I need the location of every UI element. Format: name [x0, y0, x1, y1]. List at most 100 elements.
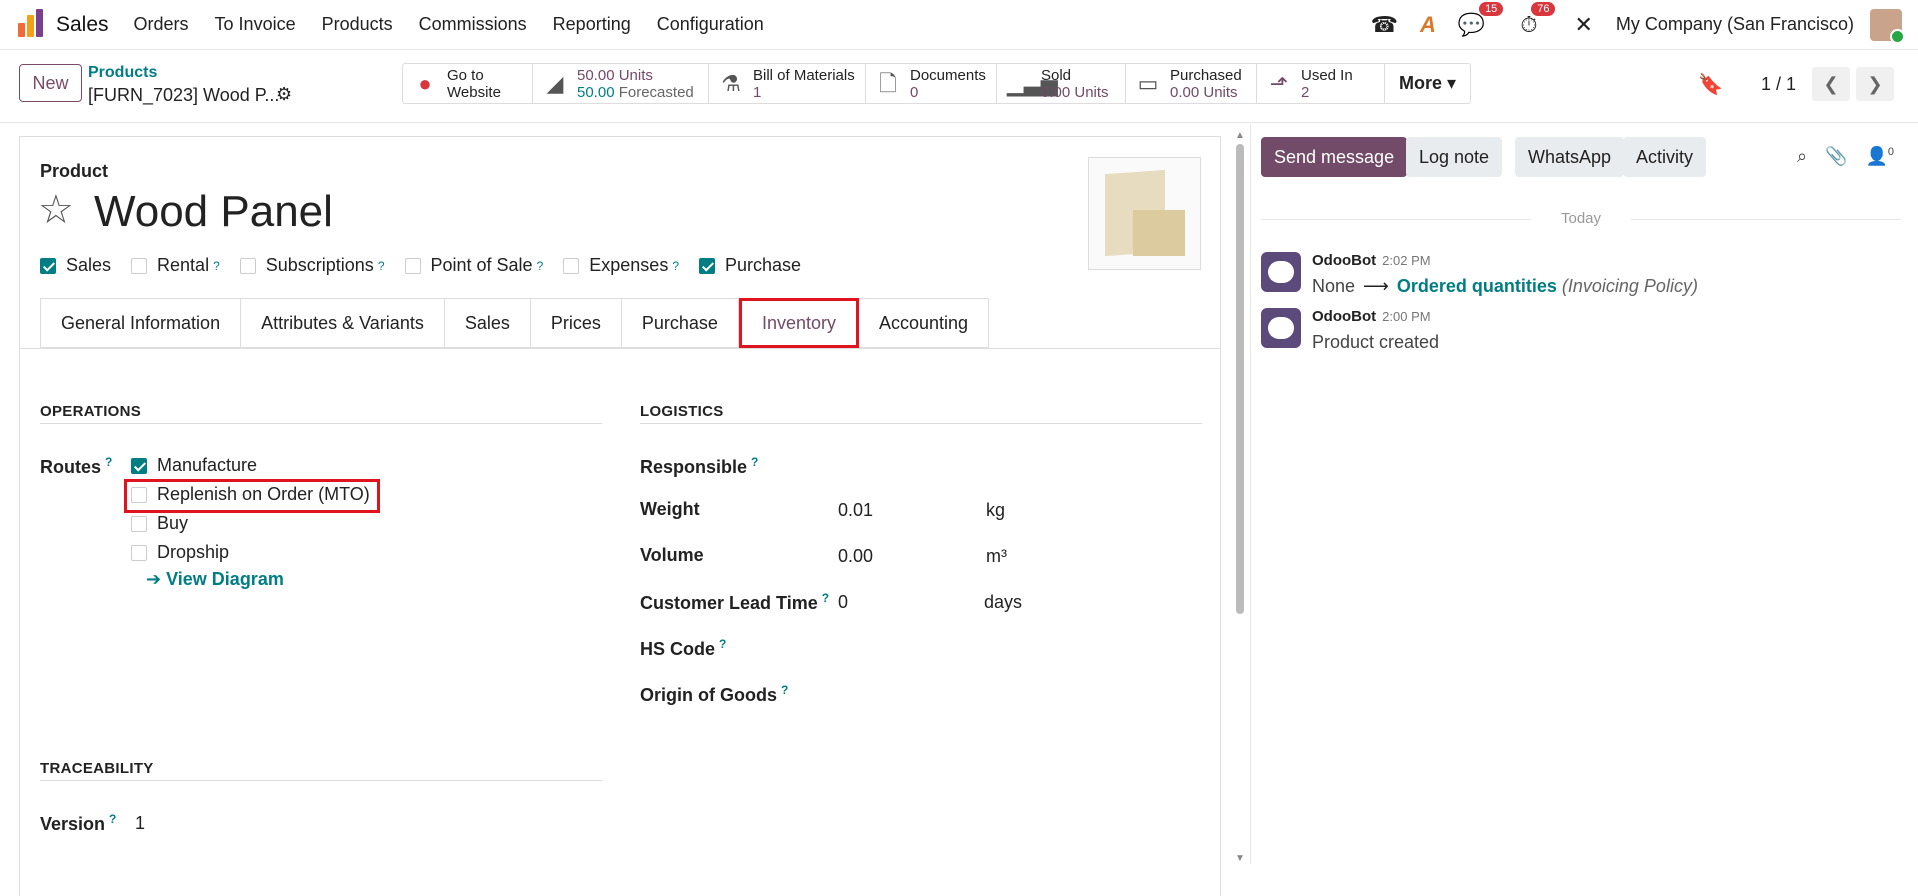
- bookmark-icon[interactable]: 🔖: [1698, 72, 1723, 97]
- menu-commissions[interactable]: Commissions: [419, 14, 527, 35]
- route-dropship[interactable]: Dropship: [131, 542, 229, 563]
- help-icon[interactable]: ?: [822, 591, 829, 605]
- help-icon[interactable]: ?: [672, 259, 679, 273]
- checkbox-unchecked[interactable]: [239, 257, 256, 274]
- checkbox-unchecked[interactable]: [563, 257, 580, 274]
- checkbox-unchecked[interactable]: [404, 257, 421, 274]
- help-icon[interactable]: ?: [719, 637, 726, 651]
- new-button[interactable]: New: [19, 64, 82, 102]
- company-switcher[interactable]: My Company (San Francisco): [1616, 14, 1854, 35]
- routes-label: Routes?: [40, 455, 112, 478]
- activities-icon[interactable]: ⏱ 76: [1520, 1, 1556, 38]
- tab-attributes-variants[interactable]: Attributes & Variants: [241, 298, 445, 348]
- checkbox-rental[interactable]: Rental?: [131, 255, 220, 276]
- checkbox-point-of-sale[interactable]: Point of Sale?: [404, 255, 544, 276]
- version-label: Version?: [40, 812, 116, 835]
- phone-icon[interactable]: ☎: [1371, 12, 1398, 38]
- bom-button[interactable]: ⚗ Bill of Materials 1: [709, 64, 866, 103]
- menu-configuration[interactable]: Configuration: [657, 14, 764, 35]
- volume-field[interactable]: 0.00: [838, 546, 873, 567]
- version-field[interactable]: 1: [135, 813, 145, 834]
- help-icon[interactable]: ?: [537, 259, 544, 273]
- tab-inventory[interactable]: Inventory: [738, 298, 859, 348]
- tab-sales[interactable]: Sales: [444, 298, 531, 348]
- activity-button[interactable]: Activity: [1623, 137, 1707, 177]
- odoobot-avatar[interactable]: [1261, 252, 1301, 292]
- ai-icon[interactable]: A: [1420, 12, 1436, 38]
- forecast-button[interactable]: ◢ 50.00 Units 50.00 Forecasted: [533, 64, 709, 103]
- pager: 🔖 1 / 1 ❮ ❯: [1698, 67, 1894, 101]
- checkbox-purchase[interactable]: Purchase: [699, 255, 801, 276]
- checkbox-expenses[interactable]: Expenses?: [563, 255, 679, 276]
- checkbox-checked[interactable]: [40, 257, 56, 274]
- lead-time-unit: days: [984, 592, 1023, 612]
- checkbox-unchecked[interactable]: [131, 544, 147, 561]
- help-icon[interactable]: ?: [105, 455, 112, 469]
- menu-reporting[interactable]: Reporting: [553, 14, 631, 35]
- previous-record-button[interactable]: ❮: [1812, 67, 1850, 101]
- checkbox-unchecked[interactable]: [131, 257, 148, 274]
- send-message-button[interactable]: Send message: [1261, 137, 1408, 177]
- checkbox-checked[interactable]: [699, 257, 716, 274]
- breadcrumb-products[interactable]: Products: [88, 64, 157, 82]
- sold-button[interactable]: ▁▃▅ Sold 0.00 Units: [997, 64, 1126, 103]
- author-name[interactable]: OdooBot: [1312, 308, 1376, 325]
- go-to-website-button[interactable]: ● Go to Website: [403, 64, 533, 103]
- help-icon[interactable]: ?: [781, 683, 788, 697]
- tools-icon[interactable]: ✕: [1574, 12, 1592, 38]
- more-dropdown[interactable]: More ▾: [1385, 64, 1470, 103]
- scroll-up-icon[interactable]: ▲: [1235, 130, 1245, 141]
- scrollbar-thumb[interactable]: [1236, 144, 1244, 614]
- checkbox-checked[interactable]: [131, 457, 147, 474]
- whatsapp-button[interactable]: WhatsApp: [1515, 137, 1625, 177]
- product-name-field[interactable]: Wood Panel: [94, 187, 333, 237]
- messages-icon[interactable]: 💬 15: [1458, 1, 1504, 38]
- checkbox-label: Subscriptions: [265, 255, 374, 275]
- followers-icon[interactable]: 👤0: [1865, 146, 1894, 167]
- log-note-button[interactable]: Log note: [1406, 137, 1503, 177]
- odoobot-avatar[interactable]: [1261, 308, 1301, 348]
- route-manufacture[interactable]: Manufacture: [131, 455, 257, 476]
- help-icon[interactable]: ?: [109, 812, 116, 826]
- pager-value[interactable]: 1 / 1: [1761, 74, 1796, 95]
- scroll-down-icon[interactable]: ▼: [1235, 853, 1245, 864]
- sales-app-icon[interactable]: [16, 8, 46, 40]
- lead-time-field[interactable]: 0: [838, 592, 848, 613]
- author-name[interactable]: OdooBot: [1312, 252, 1376, 269]
- form-scrollbar[interactable]: ▲ ▼: [1234, 130, 1246, 864]
- used-in-button[interactable]: ⬏ Used In 2: [1257, 64, 1385, 103]
- menu-products[interactable]: Products: [322, 14, 393, 35]
- menu-to-invoice[interactable]: To Invoice: [215, 14, 296, 35]
- tab-accounting[interactable]: Accounting: [858, 298, 990, 348]
- checkbox-unchecked[interactable]: [131, 515, 147, 532]
- checkbox-label: Rental: [157, 255, 210, 275]
- purchased-button[interactable]: ▭ Purchased 0.00 Units: [1126, 64, 1257, 103]
- checkbox-subscriptions[interactable]: Subscriptions?: [239, 255, 385, 276]
- help-icon[interactable]: ?: [751, 455, 758, 469]
- search-icon[interactable]: ⌕: [1797, 146, 1807, 167]
- product-image[interactable]: [1088, 157, 1201, 270]
- hs-code-label: HS Code?: [640, 637, 726, 660]
- help-icon[interactable]: ?: [213, 259, 220, 273]
- help-icon[interactable]: ?: [378, 259, 385, 273]
- paperclip-icon[interactable]: 📎: [1825, 146, 1847, 167]
- gear-icon[interactable]: ⚙: [276, 84, 292, 105]
- app-name[interactable]: Sales: [56, 13, 109, 37]
- tab-divider: [20, 348, 1220, 349]
- tab-general-information[interactable]: General Information: [40, 298, 242, 348]
- documents-button[interactable]: 🗋 Documents 0: [866, 64, 997, 103]
- stat-value: 2: [1301, 83, 1310, 101]
- weight-field[interactable]: 0.01: [838, 500, 873, 521]
- tab-prices[interactable]: Prices: [530, 298, 622, 348]
- favorite-star-icon[interactable]: ☆: [38, 187, 74, 233]
- tab-purchase[interactable]: Purchase: [621, 298, 739, 348]
- user-avatar[interactable]: [1870, 8, 1905, 44]
- menu-orders[interactable]: Orders: [134, 14, 189, 35]
- checkbox-label: Expenses: [589, 255, 669, 275]
- weight-label: Weight: [640, 499, 700, 519]
- next-record-button[interactable]: ❯: [1856, 67, 1894, 101]
- stat-value: 50.00: [577, 83, 615, 101]
- checkbox-sales[interactable]: Sales: [40, 255, 111, 276]
- view-diagram-link[interactable]: ➔ View Diagram: [146, 569, 284, 590]
- route-buy[interactable]: Buy: [131, 513, 188, 534]
